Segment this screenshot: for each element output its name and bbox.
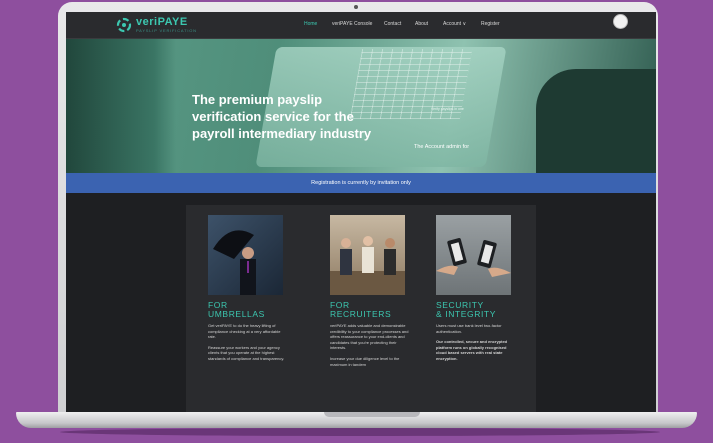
features-section: FOR UMBRELLAS Get veriPAYE to do the hea… xyxy=(186,205,536,412)
card-paragraph: Reassure your workers and your agency cl… xyxy=(208,344,285,361)
laptop-shadow xyxy=(60,428,660,436)
nav-console[interactable]: veriPAYE Console xyxy=(332,21,372,27)
card-paragraph: veriPAYE adds valuable and demonstrable … xyxy=(330,323,409,351)
card-security: SECURITY & INTEGRITY Users must use bank… xyxy=(436,215,536,367)
businessman-umbrella-photo xyxy=(208,215,283,295)
nav-register[interactable]: Register xyxy=(481,21,500,27)
top-navbar: veriPAYE PAYSLIP VERIFICATION Home veriP… xyxy=(66,12,656,39)
user-avatar[interactable] xyxy=(613,14,628,29)
laptop-base xyxy=(16,412,697,428)
hero-hand-photo xyxy=(536,69,656,173)
brand-name[interactable]: veriPAYE xyxy=(136,16,188,28)
invitation-banner: Registration is currently by invitation … xyxy=(66,173,656,193)
brand-tagline: PAYSLIP VERIFICATION xyxy=(136,28,197,33)
invitation-text: Registration is currently by invitation … xyxy=(311,180,411,186)
hero-small-note: Verify payslips in one xyxy=(431,107,464,111)
hero-banner: The premium payslip verification service… xyxy=(66,39,656,173)
card-title: FOR UMBRELLAS xyxy=(208,300,265,319)
laptop-notch xyxy=(324,412,420,417)
nav-account-dropdown[interactable]: Account ∨ xyxy=(443,21,466,27)
umbrella-icon xyxy=(213,230,256,295)
logo-icon xyxy=(116,17,132,33)
nav-about[interactable]: About xyxy=(415,21,428,27)
webcam-icon xyxy=(354,5,358,9)
hero-background-shade xyxy=(66,39,176,173)
phones-handshake-photo xyxy=(436,215,511,295)
card-recruiters: FOR RECRUITERS veriPAYE adds valuable an… xyxy=(330,215,430,372)
people-icon xyxy=(330,236,405,295)
nav-home[interactable]: Home xyxy=(304,21,317,27)
card-paragraph: Get veriPAYE to do the heavy lifting of … xyxy=(208,323,281,340)
card-umbrellas: FOR UMBRELLAS Get veriPAYE to do the hea… xyxy=(208,215,308,367)
hero-title: The premium payslip verification service… xyxy=(192,92,372,141)
card-title: FOR RECRUITERS xyxy=(330,300,392,319)
nav-contact[interactable]: Contact xyxy=(384,21,401,27)
hero-note: The Account admin for xyxy=(414,144,470,150)
card-paragraph: Users must use bank level two-factor aut… xyxy=(436,323,502,334)
card-paragraph: Increase your due diligence level to the… xyxy=(330,355,400,367)
candidates-waiting-photo xyxy=(330,215,405,295)
card-paragraph: Our controlled, secure and encrypted pla… xyxy=(436,339,508,361)
phone-icon xyxy=(436,238,511,277)
browser-screen: veriPAYE PAYSLIP VERIFICATION Home veriP… xyxy=(66,12,656,412)
card-title: SECURITY & INTEGRITY xyxy=(436,300,496,319)
